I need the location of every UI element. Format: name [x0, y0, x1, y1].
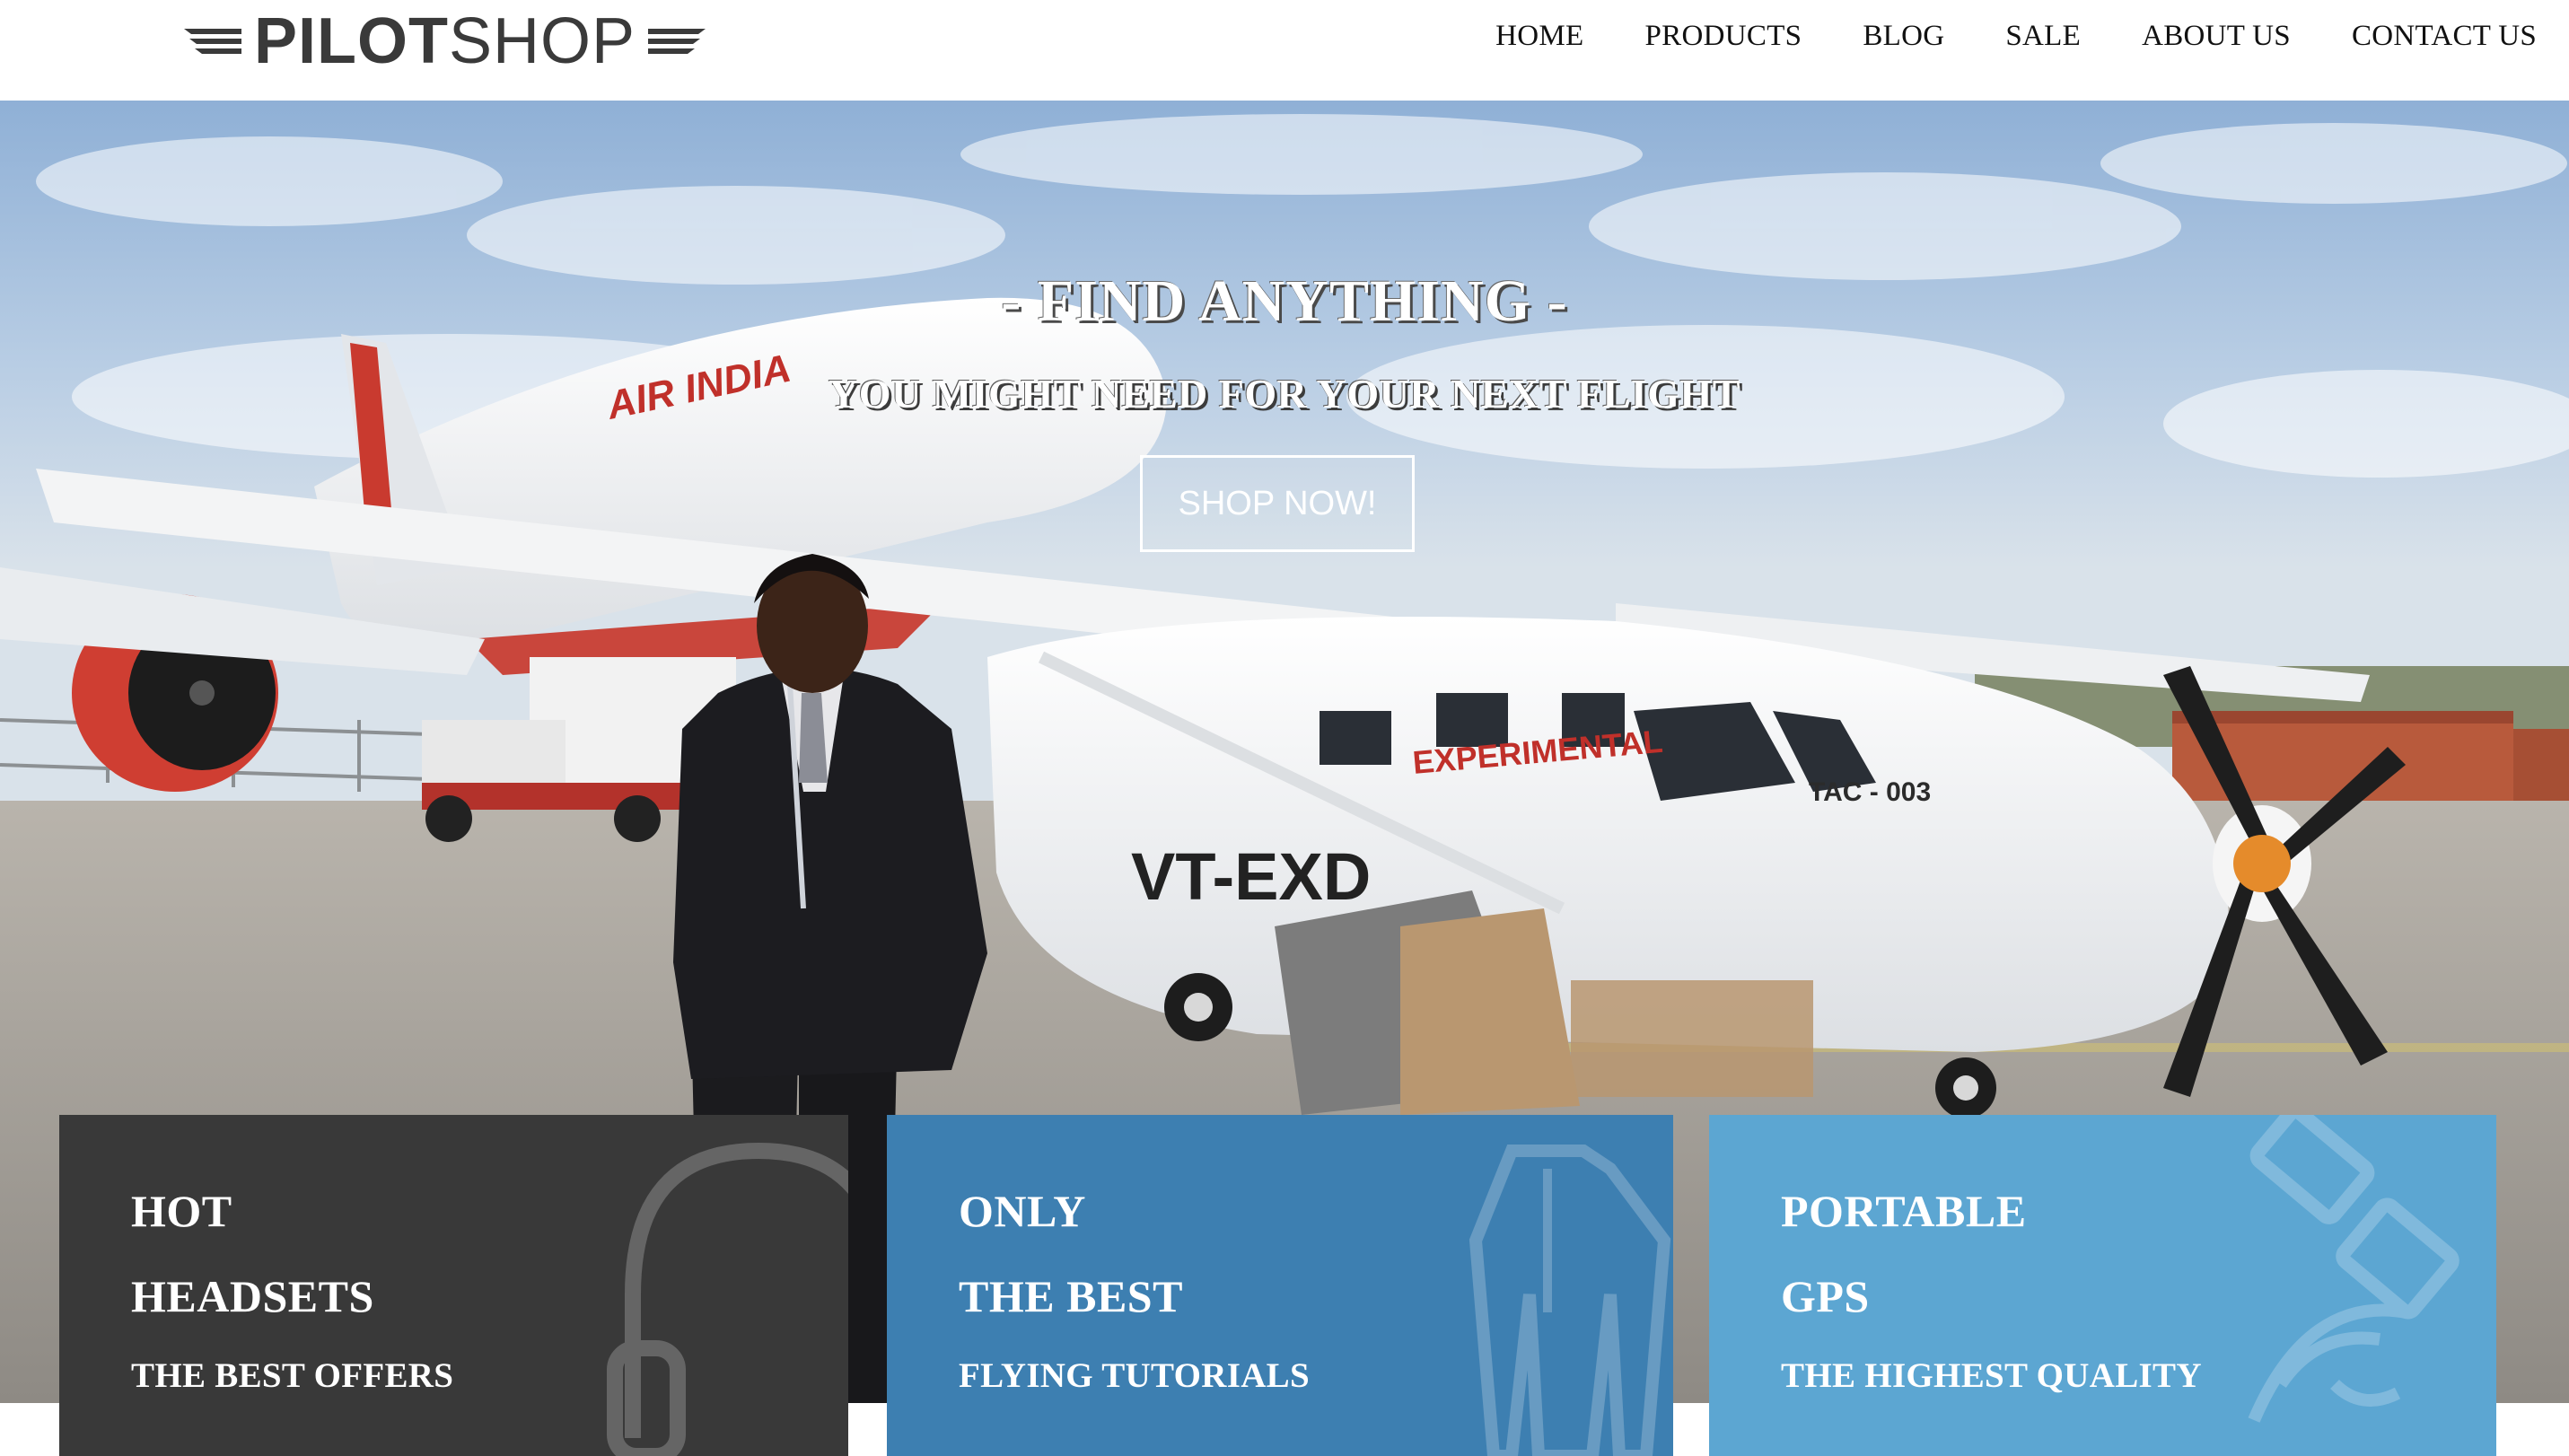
feature-headsets-line3: THE BEST OFFERS	[131, 1356, 454, 1395]
logo-text-bold: PILOT	[254, 5, 449, 77]
feature-card-gps[interactable]: PORTABLE GPS THE HIGHEST QUALITY	[1709, 1115, 2496, 1456]
right-wing-icon	[648, 29, 706, 54]
feature-tutorials-line2: THE BEST	[959, 1271, 1183, 1321]
hero-title: - FIND ANYTHING -	[1001, 268, 1568, 334]
page: PILOTSHOP HOME PRODUCTS BLOG SALE ABOUT …	[0, 0, 2569, 1456]
feature-card-tutorials[interactable]: ONLY THE BEST FLYING TUTORIALS	[887, 1115, 1673, 1456]
feature-headsets-line2: HEADSETS	[131, 1271, 374, 1321]
feature-headsets-line1: HOT	[131, 1186, 232, 1236]
nav-sale[interactable]: SALE	[2005, 20, 2081, 53]
feature-card-headsets[interactable]: HOT HEADSETS THE BEST OFFERS	[59, 1115, 848, 1456]
plane-label-tail: TAC - 003	[1809, 777, 1931, 807]
logo-text-light: SHOP	[449, 5, 636, 77]
site-logo[interactable]: PILOTSHOP	[184, 2, 706, 81]
logo-text: PILOTSHOP	[254, 9, 636, 74]
feature-gps-line2: GPS	[1781, 1271, 1870, 1321]
plane-label-registration: VT-EXD	[1131, 839, 1371, 914]
hero-subtitle: YOU MIGHT NEED FOR YOUR NEXT FLIGHT	[829, 371, 1740, 417]
nav-about-us[interactable]: ABOUT US	[2142, 20, 2291, 53]
site-header: PILOTSHOP HOME PRODUCTS BLOG SALE ABOUT …	[0, 0, 2569, 101]
feature-gps-line3: THE HIGHEST QUALITY	[1781, 1356, 2202, 1395]
satellite-icon	[2248, 1115, 2459, 1423]
main-nav: HOME PRODUCTS BLOG SALE ABOUT US CONTACT…	[1434, 20, 2537, 53]
nav-products[interactable]: PRODUCTS	[1645, 20, 1802, 53]
nav-home[interactable]: HOME	[1495, 20, 1583, 53]
shop-now-button[interactable]: SHOP NOW!	[1140, 455, 1415, 552]
flight-suit-icon	[1469, 1145, 1671, 1456]
feature-boxes: HOT HEADSETS THE BEST OFFERS ONLY THE BE…	[0, 1115, 2569, 1456]
feature-tutorials-line1: ONLY	[959, 1186, 1086, 1236]
headphones-icon	[607, 1142, 848, 1456]
nav-contact-us[interactable]: CONTACT US	[2352, 20, 2537, 53]
left-wing-icon	[184, 29, 241, 54]
feature-tutorials-line3: FLYING TUTORIALS	[959, 1356, 1310, 1395]
nav-blog[interactable]: BLOG	[1863, 20, 1944, 53]
feature-gps-line1: PORTABLE	[1781, 1186, 2027, 1236]
